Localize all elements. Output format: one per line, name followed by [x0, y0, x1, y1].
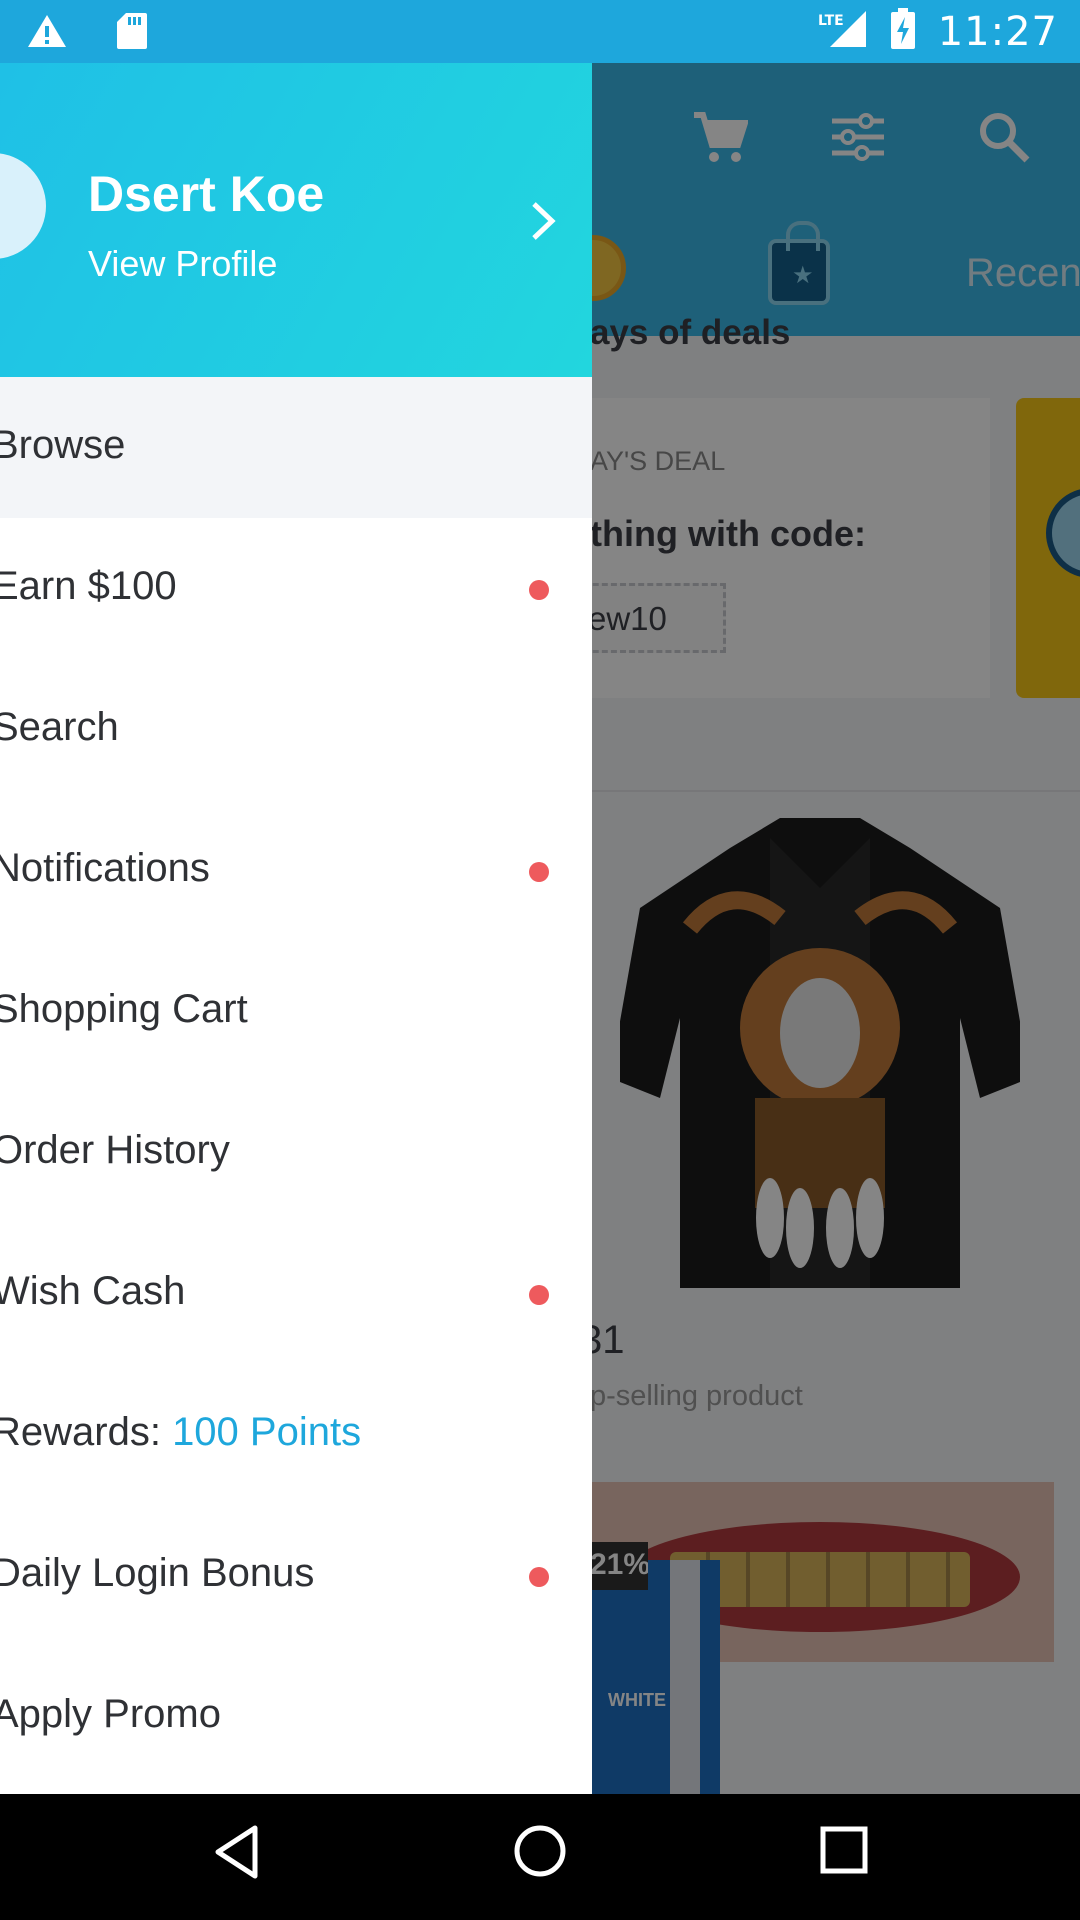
avatar[interactable] — [0, 153, 46, 259]
menu-label: Browse — [0, 423, 126, 467]
navigation-bar — [0, 1794, 1080, 1920]
menu-item-notifications[interactable]: Notifications — [0, 800, 592, 941]
svg-text:LTE: LTE — [818, 13, 844, 29]
sd-card-icon — [116, 12, 148, 55]
view-profile-link[interactable]: View Profile — [88, 243, 277, 285]
menu-label: Daily Login Bonus — [0, 1551, 315, 1595]
menu-item-shopping-cart[interactable]: Shopping Cart — [0, 941, 592, 1082]
notification-dot — [529, 862, 549, 882]
menu-item-wish-cash[interactable]: Wish Cash — [0, 1223, 592, 1364]
menu-item-earn[interactable]: Earn $100 — [0, 518, 592, 659]
home-icon[interactable] — [513, 1824, 567, 1883]
menu-item-rewards[interactable]: Rewards: 100 Points — [0, 1364, 592, 1505]
notification-dot — [529, 580, 549, 600]
menu-item-apply-promo[interactable]: Apply Promo — [0, 1646, 592, 1787]
profile-header[interactable]: Dsert Koe View Profile — [0, 63, 592, 377]
menu-item-order-history[interactable]: Order History — [0, 1082, 592, 1223]
menu-item-search[interactable]: Search — [0, 659, 592, 800]
status-time: 11:27 — [937, 8, 1058, 55]
navigation-drawer: Dsert Koe View Profile Browse Earn $100 … — [0, 63, 592, 1794]
menu-label: Rewards: 100 Points — [0, 1410, 361, 1455]
menu-label: Wish Cash — [0, 1269, 186, 1313]
user-name: Dsert Koe — [88, 166, 325, 222]
menu-label: Search — [0, 705, 119, 749]
notification-dot — [529, 1567, 549, 1587]
warning-icon — [26, 13, 68, 54]
rewards-points: 100 Points — [172, 1410, 362, 1454]
back-icon[interactable] — [212, 1822, 260, 1887]
notification-dot — [529, 1285, 549, 1305]
menu-label: Earn $100 — [0, 564, 177, 608]
menu-label: Shopping Cart — [0, 987, 248, 1031]
menu-label: Notifications — [0, 846, 210, 890]
chevron-right-icon[interactable] — [528, 200, 558, 247]
signal-icon: LTE — [818, 9, 868, 54]
menu-label: Order History — [0, 1128, 230, 1172]
rewards-label: Rewards: — [0, 1410, 173, 1454]
status-bar: LTE 11:27 — [0, 0, 1080, 63]
battery-charging-icon — [890, 8, 916, 55]
menu-item-daily-login-bonus[interactable]: Daily Login Bonus — [0, 1505, 592, 1646]
recents-icon[interactable] — [820, 1826, 868, 1879]
menu-label: Apply Promo — [0, 1692, 221, 1736]
menu-item-browse[interactable]: Browse — [0, 377, 592, 518]
